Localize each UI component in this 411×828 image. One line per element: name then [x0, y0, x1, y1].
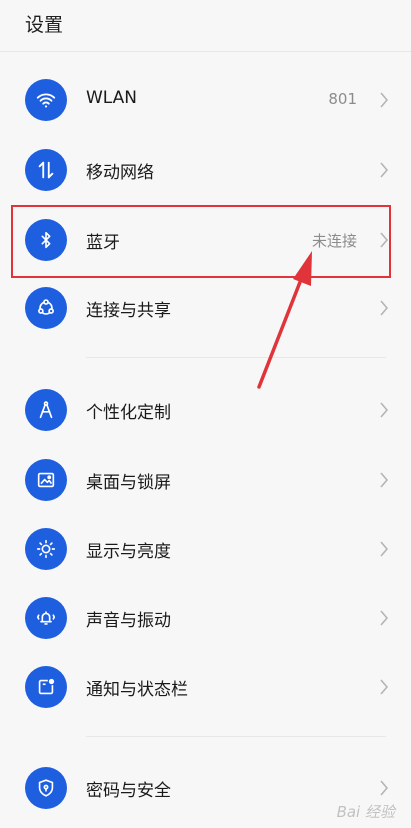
row-value: 801	[328, 90, 357, 108]
row-label: 个性化定制	[86, 403, 171, 423]
personalization-icon	[25, 389, 67, 431]
mobile-data-icon	[25, 149, 67, 191]
row-label: 连接与共享	[86, 301, 171, 321]
settings-row-mobile-network[interactable]: 移动网络	[0, 140, 411, 200]
settings-row-connection-sharing[interactable]: 连接与共享	[0, 278, 411, 338]
wifi-icon	[25, 79, 67, 121]
chevron-right-icon	[380, 541, 389, 557]
settings-row-display-brightness[interactable]: 显示与亮度	[0, 519, 411, 579]
settings-row-sound-vibration[interactable]: 声音与振动	[0, 588, 411, 648]
row-label: 密码与安全	[86, 781, 171, 801]
chevron-right-icon	[380, 472, 389, 488]
settings-row-wlan[interactable]: WLAN 801	[0, 70, 411, 130]
highlight-box	[11, 205, 391, 278]
page-title: 设置	[25, 14, 64, 36]
share-connection-icon	[25, 287, 67, 329]
chevron-right-icon	[380, 402, 389, 418]
row-label: 通知与状态栏	[86, 680, 188, 700]
header-divider	[0, 51, 411, 52]
row-label: 声音与振动	[86, 611, 171, 631]
row-label: WLAN	[86, 88, 138, 108]
watermark: Bai 经验	[336, 803, 395, 821]
row-label: 桌面与锁屏	[86, 473, 171, 493]
group-divider	[86, 357, 386, 358]
row-label: 移动网络	[86, 163, 154, 183]
chevron-right-icon	[380, 610, 389, 626]
chevron-right-icon	[380, 780, 389, 796]
wallpaper-icon	[25, 459, 67, 501]
settings-row-notification-statusbar[interactable]: 通知与状态栏	[0, 657, 411, 717]
row-label: 显示与亮度	[86, 542, 171, 562]
group-divider	[86, 736, 386, 737]
header: 设置	[0, 0, 411, 50]
chevron-right-icon	[380, 92, 389, 108]
sound-vibration-icon	[25, 597, 67, 639]
settings-row-personalization[interactable]: 个性化定制	[0, 380, 411, 440]
brightness-icon	[25, 528, 67, 570]
notification-icon	[25, 666, 67, 708]
chevron-right-icon	[380, 300, 389, 316]
chevron-right-icon	[380, 162, 389, 178]
settings-row-wallpaper-lockscreen[interactable]: 桌面与锁屏	[0, 450, 411, 510]
security-shield-icon	[25, 767, 67, 809]
chevron-right-icon	[380, 679, 389, 695]
